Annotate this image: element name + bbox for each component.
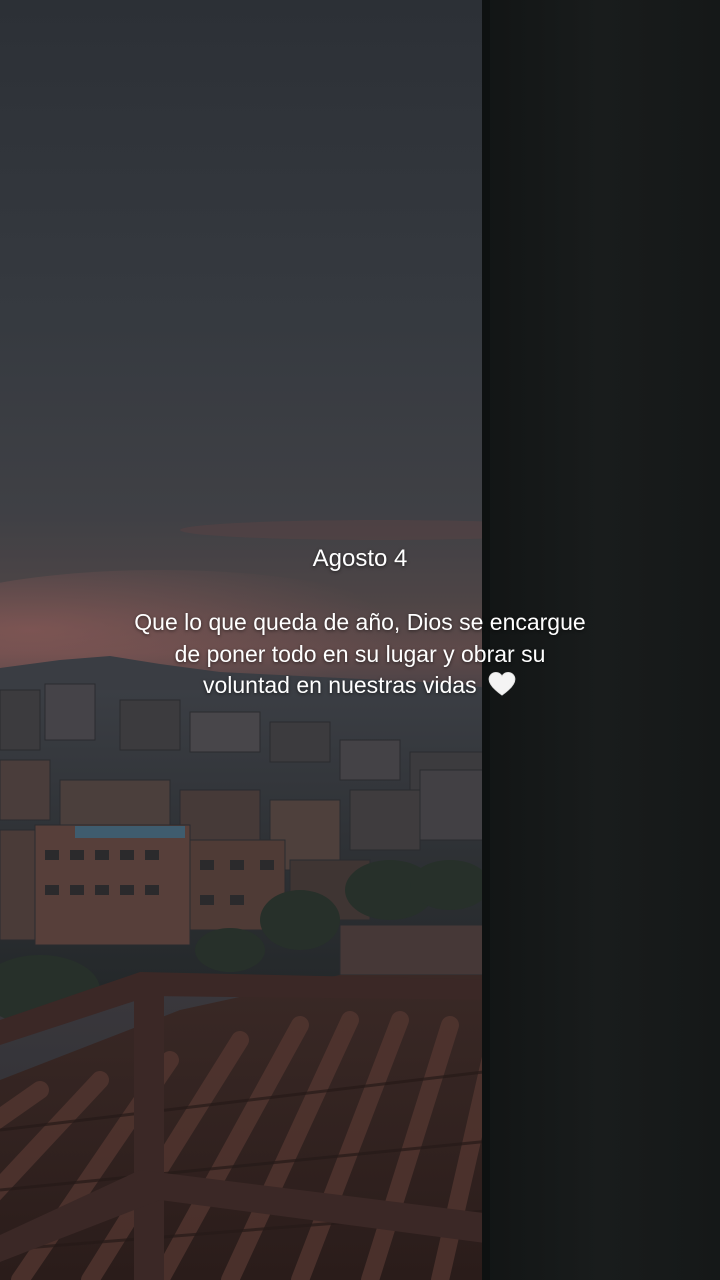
white-heart-icon [488, 672, 516, 696]
caption-message: Que lo que queda de año, Dios se encargu… [130, 607, 590, 702]
photo-scene: Agosto 4 Que lo que queda de año, Dios s… [0, 0, 720, 1280]
blue-rooftop [75, 826, 185, 838]
caption-message-text: Que lo que queda de año, Dios se encargu… [134, 609, 586, 698]
caption-date: Agosto 4 [312, 545, 408, 572]
